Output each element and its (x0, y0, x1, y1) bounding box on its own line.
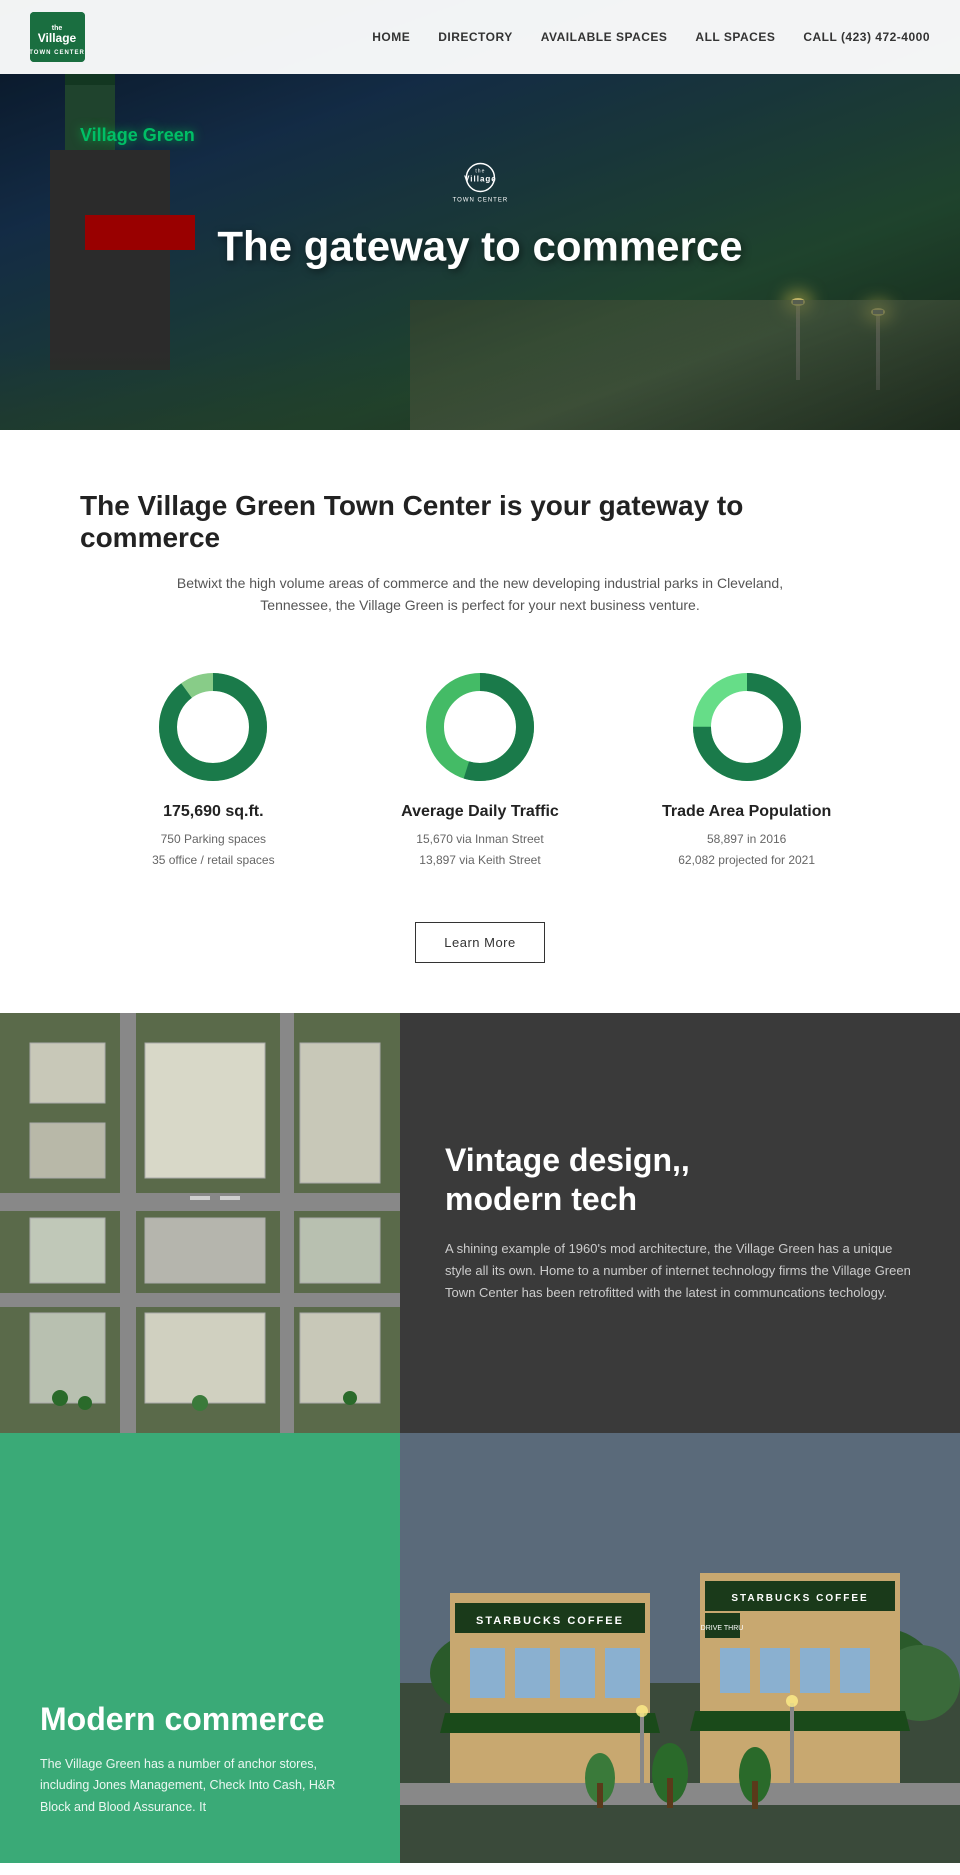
stat-population-detail: 58,897 in 2016 62,082 projected for 2021 (678, 829, 815, 872)
svg-text:STARBUCKS COFFEE: STARBUCKS COFFEE (476, 1615, 624, 1627)
starbucks-svg: STARBUCKS COFFEE STARBUCKS COFFEE DRIVE … (400, 1433, 960, 1863)
aerial-image (0, 1013, 400, 1433)
nav-item-available[interactable]: AVAILABLE SPACES (541, 28, 668, 46)
vintage-text: A shining example of 1960's mod architec… (445, 1238, 915, 1304)
stats-grid: 175,690 sq.ft. 750 Parking spaces 35 off… (80, 667, 880, 872)
vintage-title: Vintage design,,modern tech (445, 1141, 915, 1218)
svg-text:TOWN CENTER: TOWN CENTER (452, 198, 508, 204)
nav-item-all[interactable]: ALL SPACES (695, 28, 775, 46)
stats-section: The Village Green Town Center is your ga… (0, 430, 960, 1013)
aerial-photo (0, 1013, 400, 1433)
stat-sqft-title: 175,690 sq.ft. (163, 803, 264, 821)
svg-text:Village: Village (38, 31, 77, 45)
stats-subtext: Betwixt the high volume areas of commerc… (80, 572, 880, 617)
hero-title: The gateway to commerce (217, 223, 742, 271)
donut-chart-population (687, 667, 807, 787)
svg-text:STARBUCKS COFFEE: STARBUCKS COFFEE (731, 1593, 868, 1604)
stat-population: Trade Area Population 58,897 in 2016 62,… (647, 667, 847, 872)
vintage-section: Vintage design,,modern tech A shining ex… (0, 1013, 960, 1433)
logo[interactable]: the Village TOWN CENTER (30, 12, 85, 62)
nav-item-call[interactable]: CALL (423) 472-4000 (803, 28, 930, 46)
nav-item-directory[interactable]: DiRectory (438, 28, 513, 46)
stats-headline: The Village Green Town Center is your ga… (80, 490, 880, 554)
modern-text-panel: Modern commerce The Village Green has a … (0, 1433, 400, 1863)
stat-sqft-detail: 750 Parking spaces 35 office / retail sp… (152, 829, 275, 872)
nav-item-home[interactable]: HOME (372, 28, 410, 46)
learn-more-button[interactable]: Learn More (415, 922, 544, 963)
stat-traffic-title: Average Daily Traffic (401, 803, 559, 821)
hero-content: the Village TOWN CENTER The gateway to c… (217, 160, 742, 271)
aerial-svg (0, 1013, 400, 1433)
stat-sqft: 175,690 sq.ft. 750 Parking spaces 35 off… (113, 667, 313, 872)
svg-text:DRIVE THRU: DRIVE THRU (701, 1625, 744, 1632)
hero-logo: the Village TOWN CENTER (217, 160, 742, 213)
modern-title: Modern commerce (40, 1701, 360, 1738)
stat-traffic: Average Daily Traffic 15,670 via Inman S… (380, 667, 580, 872)
logo-icon: the Village TOWN CENTER (30, 12, 85, 62)
stat-traffic-detail: 15,670 via Inman Street 13,897 via Keith… (416, 829, 543, 872)
svg-text:Village: Village (464, 175, 497, 184)
navigation: the Village TOWN CENTER HOME DiRectory A… (0, 0, 960, 74)
nav-links: HOME DiRectory AVAILABLE SPACES ALL SPAC… (372, 28, 930, 46)
starbucks-photo: STARBUCKS COFFEE STARBUCKS COFFEE DRIVE … (400, 1433, 960, 1863)
vintage-text-panel: Vintage design,,modern tech A shining ex… (400, 1013, 960, 1433)
modern-text: The Village Green has a number of anchor… (40, 1754, 360, 1818)
stat-population-title: Trade Area Population (662, 803, 831, 821)
modern-section: Modern commerce The Village Green has a … (0, 1433, 960, 1863)
donut-chart-traffic (420, 667, 540, 787)
donut-chart-sqft (153, 667, 273, 787)
svg-text:TOWN CENTER: TOWN CENTER (30, 50, 85, 56)
